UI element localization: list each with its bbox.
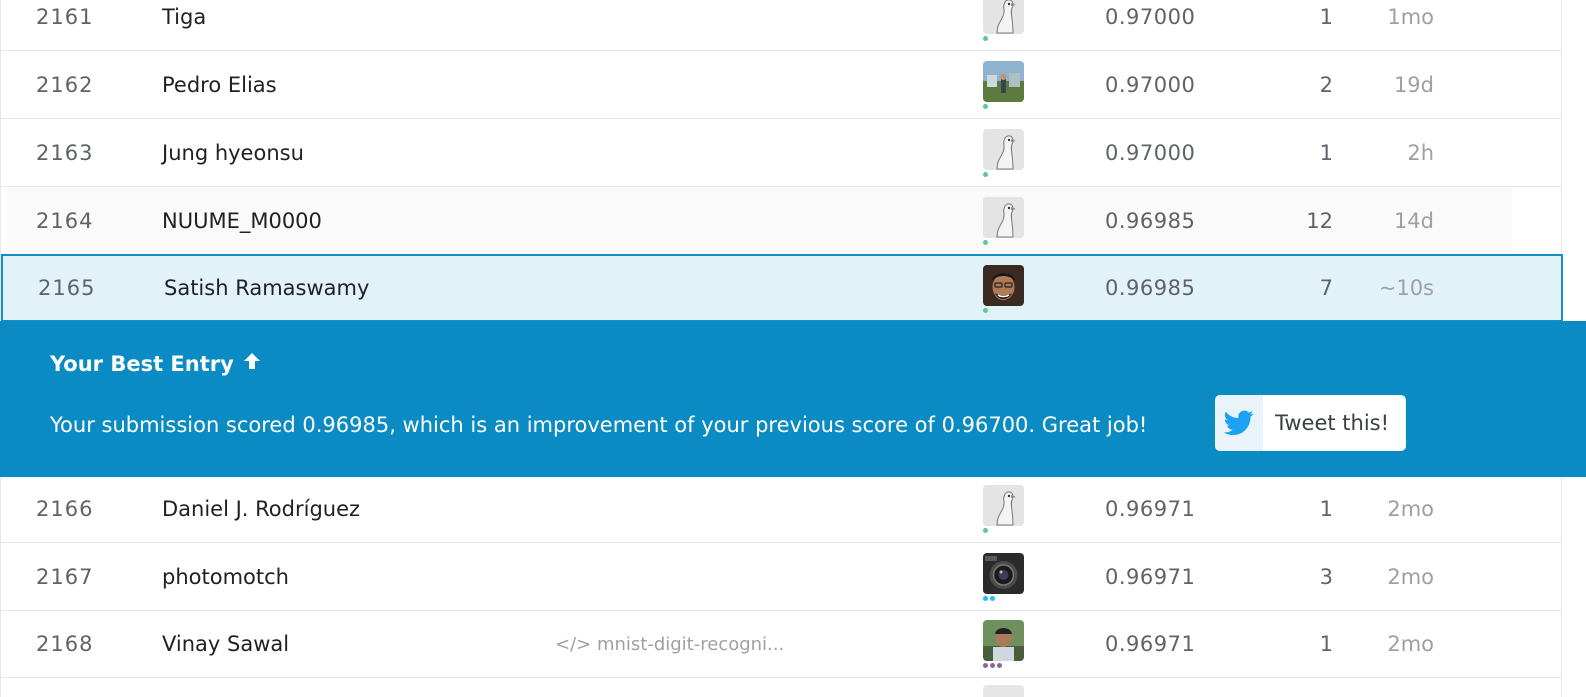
score: 0.97000 [1105,73,1196,97]
rank: 2166 [36,497,94,521]
team-name[interactable]: Daniel J. Rodríguez [162,476,360,542]
score: 0.96985 [1105,276,1196,300]
next-row-avatar-stub [983,685,1024,697]
score: 0.96985 [1105,209,1196,233]
team-name[interactable]: NUUME_M0000 [162,188,322,254]
team-name[interactable]: Satish Ramaswamy [164,256,369,320]
entries: 1 [1319,5,1333,29]
team-name[interactable]: photomotch [162,544,289,610]
rank: 2162 [36,73,94,97]
goose-avatar-icon[interactable] [983,129,1024,170]
last-submission: 2mo [1387,497,1434,521]
photo-avatar-icon[interactable] [983,61,1024,102]
entries: 7 [1319,276,1333,300]
tier-indicator [983,528,988,534]
leaderboard-row[interactable]: 2163 Jung hyeonsu 0.97000 1 2h [1,120,1561,187]
goose-avatar-icon[interactable] [983,0,1024,34]
tier-indicator [983,308,988,314]
tweet-label: Tweet this! [1275,411,1390,435]
tier-indicator [983,240,988,246]
tier-indicator [983,663,1002,669]
banner-title: Your Best Entry [50,351,262,376]
team-name[interactable]: Jung hyeonsu [162,120,304,186]
tweet-button[interactable]: Tweet this! [1215,395,1406,451]
banner-message: Your submission scored 0.96985, which is… [50,413,1148,437]
last-submission: 2mo [1387,565,1434,589]
leaderboard-row[interactable]: 2164 NUUME_M0000 0.96985 12 14d [7,188,1512,255]
last-submission: ~10s [1378,276,1434,300]
entries: 3 [1319,565,1333,589]
goose-avatar-icon[interactable] [983,485,1024,526]
my-entry-row[interactable]: 2165 Satish Ramaswamy 0.96985 7 ~10s [1,254,1563,322]
entries: 1 [1319,141,1333,165]
leaderboard-row[interactable]: 2167 photomotch 0.96971 3 2mo [1,544,1561,611]
rank: 2164 [36,209,94,233]
team-name[interactable]: Pedro Elias [162,52,277,118]
leaderboard-row[interactable]: 2168 Vinay Sawal </> mnist-digit-recogni… [1,611,1561,678]
leaderboard-row[interactable]: 2161 Tiga 0.97000 1 1mo [1,0,1561,51]
last-submission: 2h [1407,141,1434,165]
last-submission: 2mo [1387,632,1434,656]
rank: 2168 [36,632,94,656]
team-name[interactable]: Vinay Sawal [162,611,289,677]
team-name[interactable]: Tiga [162,0,206,50]
score: 0.96971 [1105,565,1196,589]
entries: 2 [1319,73,1333,97]
tier-indicator [983,596,995,602]
arrow-up-icon [242,351,262,376]
rank: 2165 [38,276,96,300]
tier-indicator [983,172,988,178]
camera-avatar-icon[interactable] [983,553,1024,594]
tier-indicator [983,104,988,110]
banner-title-text: Your Best Entry [50,351,234,376]
leaderboard-row[interactable]: 2166 Daniel J. Rodríguez 0.96971 1 2mo [1,476,1561,543]
entries: 12 [1306,209,1333,233]
best-entry-banner: Your Best Entry Your submission scored 0… [0,321,1586,477]
entries: 1 [1319,497,1333,521]
last-submission: 1mo [1387,5,1434,29]
tier-indicator [983,36,988,42]
rank: 2163 [36,141,94,165]
score: 0.96971 [1105,632,1196,656]
last-submission: 14d [1393,209,1434,233]
score: 0.96971 [1105,497,1196,521]
photo-avatar-icon[interactable] [983,265,1024,306]
twitter-icon [1215,395,1263,451]
score: 0.97000 [1105,141,1196,165]
rank: 2161 [36,5,94,29]
kernel-link[interactable]: </> mnist-digit-recogni... [555,611,784,677]
rank: 2167 [36,565,94,589]
photo-avatar-icon[interactable] [983,620,1024,661]
goose-avatar-icon[interactable] [983,197,1024,238]
score: 0.97000 [1105,5,1196,29]
last-submission: 19d [1393,73,1434,97]
leaderboard-row[interactable]: 2162 Pedro Elias 0.97000 2 19d [1,52,1561,119]
entries: 1 [1319,632,1333,656]
